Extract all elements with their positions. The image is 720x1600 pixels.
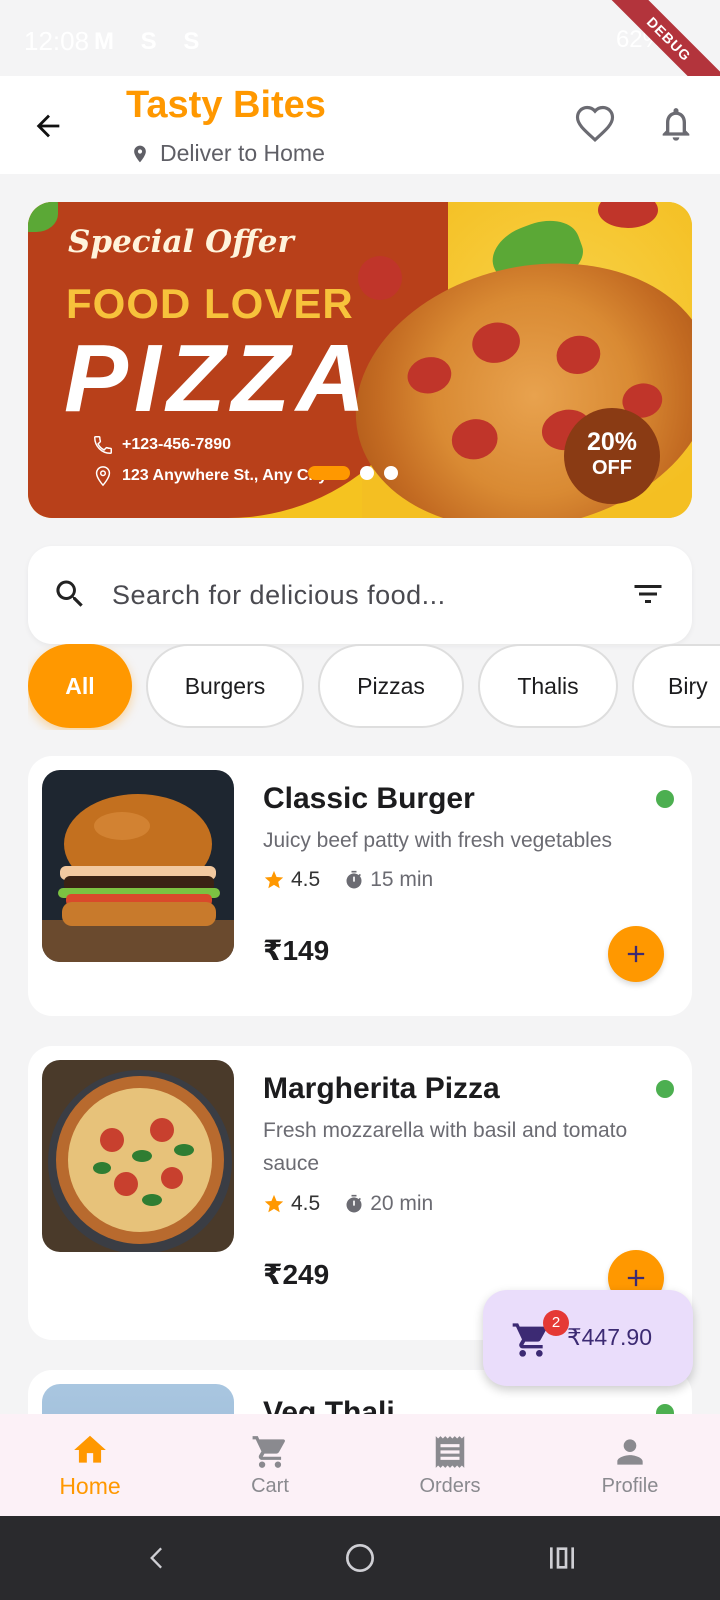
prep-time-text: 20 min [370,1192,434,1215]
prep-time: 20 min [344,1192,433,1216]
food-meta: 4.5 15 min [263,868,433,892]
veg-indicator [656,1080,674,1098]
food-description: Fresh mozzarella with basil and tomato s… [263,1119,628,1175]
notifications-button[interactable] [656,104,698,146]
discount-word: OFF [592,457,632,479]
category-chip-biryani[interactable]: Biry [632,644,720,728]
banner-headline: FOOD LOVER [66,280,354,327]
category-chip-burgers[interactable]: Burgers [146,644,304,728]
status-notification-icons: M S S [94,28,210,55]
app-title: Tasty Bites [126,84,326,126]
burger-image [42,770,234,962]
arrow-left-icon [36,114,60,138]
location-pin-icon [95,466,111,487]
delivery-location-label: Deliver to Home [160,140,325,166]
veg-indicator [656,790,674,808]
system-navigation-bar [0,1516,720,1600]
add-to-cart-button[interactable] [608,926,664,982]
search-bar [28,546,692,644]
food-name: Veg Thali [263,1396,395,1414]
prep-time-text: 15 min [370,868,434,891]
status-time: 12:08 [24,26,90,56]
system-recents-button[interactable] [542,1538,582,1578]
recents-icon [550,1547,574,1569]
nav-item-orders[interactable]: Orders [360,1414,540,1516]
filter-button[interactable] [630,576,670,616]
banner-address: 123 Anywhere St., Any City [92,464,327,488]
food-name: Margherita Pizza [263,1072,500,1105]
food-name: Classic Burger [263,782,475,815]
promo-banner[interactable]: Special Offer FOOD LOVER PIZZA +123-456-… [28,202,692,518]
food-rating: 4.5 [291,868,321,891]
status-bar: 12:08 M S S 62% DEBUG [0,0,720,116]
carousel-dot[interactable] [384,466,398,480]
nav-item-cart[interactable]: Cart [180,1414,360,1516]
system-home-button[interactable] [340,1538,380,1578]
veg-indicator [656,1404,674,1414]
thali-image [42,1384,234,1414]
banner-phone-text: +123-456-7890 [122,436,231,453]
category-chip-all[interactable]: All [28,644,132,728]
search-icon [56,580,83,607]
carousel-indicator [308,466,398,480]
star-icon [264,1194,284,1213]
timer-icon [346,870,362,889]
banner-phone: +123-456-7890 [92,434,231,456]
person-icon [617,1438,643,1465]
banner-tagline: Special Offer [68,224,294,260]
food-rating: 4.5 [291,1192,321,1215]
discount-percent: 20% [586,428,638,456]
phone-icon [94,436,112,454]
banner-subject: PIZZA [64,325,372,432]
cart-count-badge: 2 [543,1310,569,1336]
nav-item-home[interactable]: Home [0,1414,180,1516]
timer-icon [346,1194,362,1213]
app-bar: Tasty Bites Deliver to Home [0,76,720,174]
discount-badge: 20% OFF [564,408,660,504]
nav-label: Orders [419,1474,481,1497]
cart-total: ₹447.90 [567,1324,652,1350]
search-input[interactable] [112,570,612,620]
cart-summary-button[interactable]: 2 ₹447.90 [483,1290,693,1386]
food-meta: 4.5 20 min [263,1192,433,1216]
food-description: Juicy beef patty with fresh vegetables [263,829,613,852]
home-icon [74,1435,106,1463]
system-back-button[interactable] [138,1538,178,1578]
chevron-left-icon [150,1547,162,1569]
bell-icon [662,108,690,141]
receipt-icon [435,1435,465,1468]
nav-label: Cart [251,1474,289,1497]
banner-address-text: 123 Anywhere St., Any City [122,467,328,484]
nav-item-profile[interactable]: Profile [540,1414,720,1516]
circle-home-icon [346,1544,374,1572]
plus-icon [627,945,645,963]
carousel-dot[interactable] [360,466,374,480]
heart-icon [575,105,615,143]
nav-label: Home [59,1472,121,1499]
category-chips: All Burgers Pizzas Thalis Biry [28,644,720,730]
bottom-navigation: Home Cart Orders Profile [0,1414,720,1516]
filter-icon [634,585,662,603]
favorites-button[interactable] [574,104,616,146]
food-price: ₹249 [263,1259,330,1290]
plus-icon [627,1269,645,1287]
pizza-image [42,1060,234,1252]
category-chip-thalis[interactable]: Thalis [478,644,618,728]
carousel-dot-active[interactable] [308,466,350,480]
delivery-location[interactable]: Deliver to Home [130,140,325,167]
cart-icon [252,1435,285,1468]
star-icon [264,870,284,889]
nav-label: Profile [601,1474,659,1497]
category-chip-pizzas[interactable]: Pizzas [318,644,464,728]
food-card[interactable]: Classic Burger Juicy beef patty with fre… [28,756,692,1016]
food-price: ₹149 [263,935,330,966]
prep-time: 15 min [344,868,433,892]
location-pin-icon [134,145,146,162]
back-button[interactable] [28,106,68,146]
